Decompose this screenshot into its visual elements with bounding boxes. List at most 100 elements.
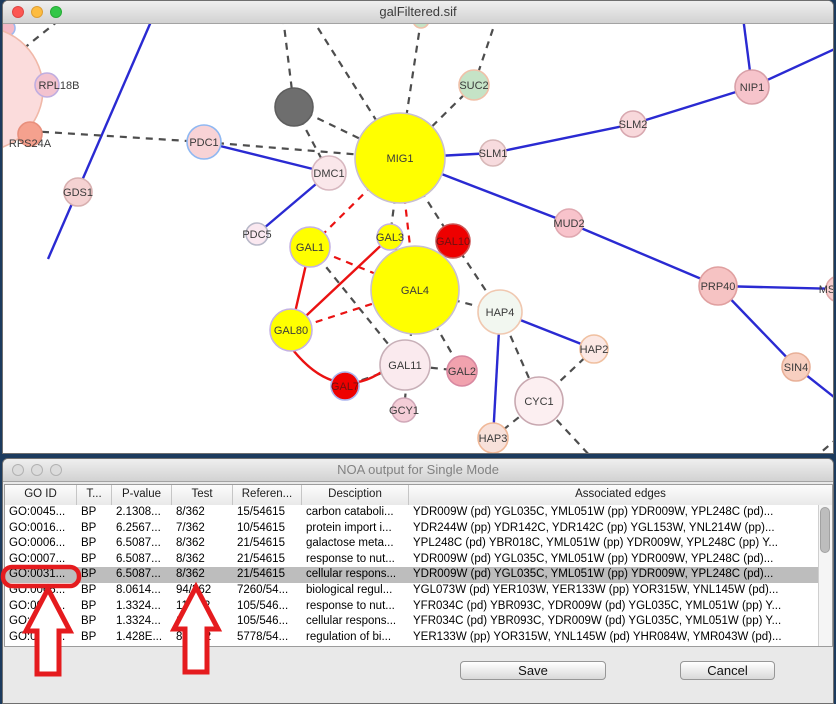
node-label-GAL80: GAL80 (274, 325, 308, 337)
table-cell: BP (77, 614, 112, 630)
table-cell: YPL248C (pd) YBR018C, YML051W (pp) YDR00… (409, 536, 818, 552)
table-cell: BP (77, 505, 112, 521)
table-cell: GO:0007... (5, 552, 77, 568)
table-cell: biological regul... (302, 583, 409, 599)
table-row[interactable]: GO:0031...BP1.3324...11/362105/546...cel… (5, 614, 818, 630)
node-label-DMC1: DMC1 (313, 168, 344, 180)
scrollbar-thumb[interactable] (820, 507, 830, 553)
table-cell: response to nut... (302, 599, 409, 615)
table-cell: 21/54615 (233, 536, 302, 552)
table-cell: carbon cataboli... (302, 505, 409, 521)
network-edge (825, 449, 834, 454)
cancel-button[interactable]: Cancel (680, 661, 775, 680)
network-canvas[interactable]: RPL18BRPS24AGDS1PDC1DMC1SUC2MIG1SLM1SLM2… (3, 1, 834, 454)
node-label-HAP2: HAP2 (580, 344, 609, 356)
table-cell: YGL073W (pd) YER103W, YER133W (pp) YOR31… (409, 583, 818, 599)
table-cell: 6.5087... (112, 552, 172, 568)
table-cell: 6.2567... (112, 521, 172, 537)
table-cell: 7/362 (172, 521, 233, 537)
node-label-HAP3: HAP3 (479, 433, 508, 445)
noa-window-title: NOA output for Single Mode (3, 459, 833, 481)
table-cell: 11/362 (172, 599, 233, 615)
table-cell: 10/54615 (233, 521, 302, 537)
noa-titlebar[interactable]: NOA output for Single Mode (3, 459, 833, 482)
network-edge (204, 142, 329, 173)
table-cell: response to nut... (302, 552, 409, 568)
node-label-MIG1: MIG1 (387, 153, 414, 165)
node-gray-node[interactable] (275, 88, 313, 126)
node-label-SLM2: SLM2 (619, 119, 648, 131)
table-row[interactable]: GO:0031...BP6.5087...8/36221/54615cellul… (5, 567, 818, 583)
table-cell: GO:0065... (5, 583, 77, 599)
save-button[interactable]: Save (460, 661, 606, 680)
table-cell: GO:0016... (5, 521, 77, 537)
network-edge (29, 131, 204, 142)
node-label-MUD2: MUD2 (553, 218, 584, 230)
table-cell: galactose meta... (302, 536, 409, 552)
table-cell: 105/546... (233, 614, 302, 630)
node-label-SUC2: SUC2 (459, 80, 488, 92)
node-label-GAL1: GAL1 (296, 242, 324, 254)
column-header-referen[interactable]: Referen... (233, 485, 302, 505)
table-cell: YDR009W (pd) YGL035C, YML051W (pp) YDR00… (409, 505, 818, 521)
table-cell: 15/54615 (233, 505, 302, 521)
column-header-goid[interactable]: GO ID (5, 485, 77, 505)
node-label-GAL3: GAL3 (376, 232, 404, 244)
node-label-GAL11: GAL11 (388, 360, 421, 372)
results-table: GO IDT...P-valueTestReferen...Desciption… (4, 484, 833, 647)
table-row[interactable]: GO:0007...BP6.5087...8/36221/54615respon… (5, 552, 818, 568)
table-cell: YFR034C (pd) YBR093C, YDR009W (pd) YGL03… (409, 614, 818, 630)
table-cell: 8/362 (172, 536, 233, 552)
table-cell: 1.428E... (112, 630, 172, 646)
network-window-title: galFiltered.sif (3, 1, 833, 23)
table-row[interactable]: GO:0050...BP1.428E...80/3625778/54...reg… (5, 630, 818, 646)
node-label-RPL18B: RPL18B (39, 80, 80, 92)
table-row[interactable]: GO:0045...BP2.1308...8/36215/54615carbon… (5, 505, 818, 521)
node-label-HAP4: HAP4 (486, 307, 515, 319)
column-header-test[interactable]: Test (172, 485, 233, 505)
column-header-pvalue[interactable]: P-value (112, 485, 172, 505)
table-cell: YDR244W (pp) YDR142C, YDR142C (pp) YGL15… (409, 521, 818, 537)
table-cell: 8.0614... (112, 583, 172, 599)
node-label-GAL4: GAL4 (401, 285, 429, 297)
table-cell: BP (77, 552, 112, 568)
table-cell: 94/362 (172, 583, 233, 599)
column-header-associatededges[interactable]: Associated edges (409, 485, 832, 505)
table-cell: 105/546... (233, 599, 302, 615)
table-cell: 5778/54... (233, 630, 302, 646)
network-edge (493, 124, 633, 153)
node-label-GAL10: GAL10 (436, 236, 470, 248)
node-label-SLM1: SLM1 (479, 148, 508, 160)
table-row[interactable]: GO:0065...BP8.0614...94/3627260/54...bio… (5, 583, 818, 599)
network-titlebar[interactable]: galFiltered.sif (3, 1, 833, 24)
column-header-desciption[interactable]: Desciption (302, 485, 409, 505)
table-cell: BP (77, 630, 112, 646)
table-row[interactable]: GO:0016...BP6.2567...7/36210/54615protei… (5, 521, 818, 537)
table-cell: 7260/54... (233, 583, 302, 599)
node-label-GDS1: GDS1 (63, 187, 93, 199)
table-cell: protein import i... (302, 521, 409, 537)
node-label-GCY1: GCY1 (389, 405, 419, 417)
table-cell: 6.5087... (112, 567, 172, 583)
table-row[interactable]: GO:0006...BP6.5087...8/36221/54615galact… (5, 536, 818, 552)
network-edge (813, 437, 834, 454)
node-label-MS-cut: MS (819, 284, 834, 296)
table-cell: 8/362 (172, 505, 233, 521)
table-cell: GO:0031... (5, 599, 77, 615)
table-cell: BP (77, 599, 112, 615)
noa-output-window: NOA output for Single Mode GO IDT...P-va… (2, 458, 834, 704)
table-cell: BP (77, 536, 112, 552)
table-cell: 11/362 (172, 614, 233, 630)
table-cell: GO:0050... (5, 630, 77, 646)
node-label-SIN4: SIN4 (784, 362, 808, 374)
table-row[interactable]: GO:0031...BP1.3324...11/362105/546...res… (5, 599, 818, 615)
node-label-PDC5: PDC5 (242, 229, 271, 241)
table-cell: cellular respons... (302, 614, 409, 630)
table-body: GO:0045...BP2.1308...8/36215/54615carbon… (5, 505, 818, 646)
table-cell: GO:0031... (5, 567, 77, 583)
node-label-NIP1: NIP1 (740, 82, 764, 94)
node-label-RPS24A: RPS24A (9, 138, 52, 150)
table-cell: YDR009W (pd) YGL035C, YML051W (pp) YDR00… (409, 552, 818, 568)
vertical-scrollbar[interactable] (818, 505, 832, 646)
column-header-t[interactable]: T... (77, 485, 112, 505)
